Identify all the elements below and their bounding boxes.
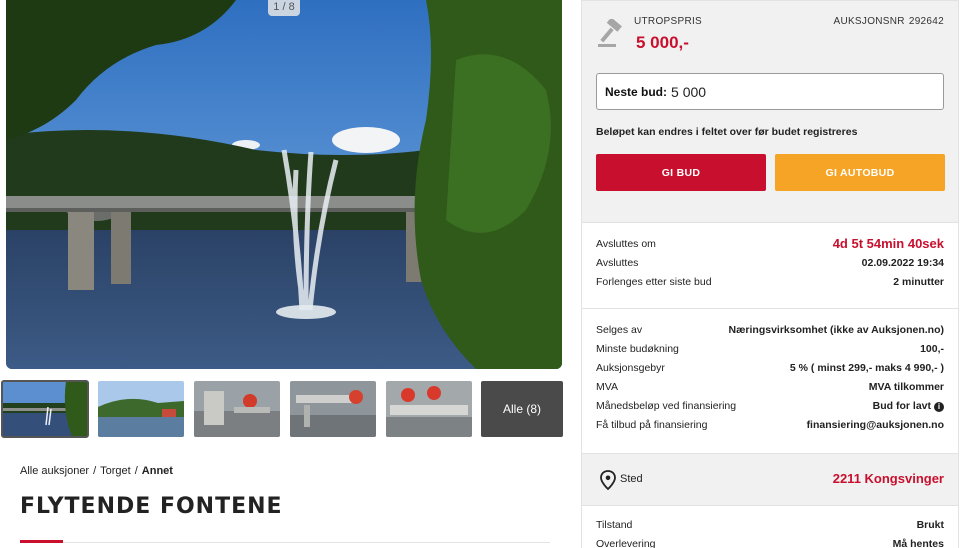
- thumbnail-2[interactable]: [98, 381, 184, 437]
- next-bid-label: Neste bud:: [605, 84, 668, 99]
- detail-row: Auksjonsgebyr 5 % ( minst 299,- maks 4 9…: [596, 362, 944, 378]
- bid-hint: Beløpet kan endres i feltet over før bud…: [596, 126, 858, 138]
- timing-label: Avsluttes om: [596, 238, 656, 250]
- thumbnail-strip: Alle (8): [0, 380, 566, 439]
- page-title: FLYTENDE FONTENE: [20, 494, 283, 519]
- financing-value: Bud for lavt i: [873, 400, 944, 412]
- detail-label: Få tilbud på finansiering: [596, 419, 708, 431]
- condition-label: Tilstand: [596, 519, 633, 531]
- detail-label: Minste budøkning: [596, 343, 679, 355]
- timing-section: Avsluttes om 4d 5t 54min 40sek Avsluttes…: [582, 223, 958, 309]
- extension-value: 2 minutter: [893, 276, 944, 288]
- starting-price-label: UTROPSPRIS: [634, 16, 703, 27]
- breadcrumb: Alle auksjoner / Torget / Annet: [20, 465, 173, 477]
- financing-email-link[interactable]: finansiering@auksjonen.no: [807, 419, 944, 431]
- auction-number-label: AUKSJONSNR: [833, 16, 905, 27]
- show-all-photos-button[interactable]: Alle (8): [481, 381, 563, 437]
- timing-row-ends: Avsluttes 02.09.2022 19:34: [596, 257, 944, 273]
- countdown-value: 4d 5t 54min 40sek: [832, 236, 944, 251]
- location-section: Sted 2211 Kongsvinger: [582, 454, 958, 506]
- detail-label: Auksjonsgebyr: [596, 362, 665, 374]
- auction-number-value: 292642: [908, 16, 944, 27]
- gavel-icon: [598, 19, 622, 47]
- detail-value: Næringsvirksomhet (ikke av Auksjonen.no): [728, 324, 944, 336]
- location-label: Sted: [620, 473, 643, 485]
- thumbnail-5[interactable]: [386, 381, 472, 437]
- timing-row-ends-in: Avsluttes om 4d 5t 54min 40sek: [596, 236, 944, 254]
- detail-value: 100,-: [920, 343, 944, 355]
- financing-status: Bud for lavt: [872, 400, 931, 412]
- detail-value: MVA tilkommer: [868, 381, 944, 393]
- handover-row: Overlevering Må hentes: [596, 538, 944, 548]
- info-icon[interactable]: i: [934, 402, 944, 412]
- end-date-value: 02.09.2022 19:34: [861, 257, 944, 269]
- detail-row: Månedsbeløp ved finansiering Bud for lav…: [596, 400, 944, 416]
- timing-row-extension: Forlenges etter siste bud 2 minutter: [596, 276, 944, 292]
- photo-counter: 1 / 8: [268, 0, 300, 16]
- location-pin-icon: [600, 470, 616, 490]
- breadcrumb-current: Annet: [141, 465, 173, 477]
- detail-row: Få tilbud på finansiering finansiering@a…: [596, 419, 944, 435]
- detail-row: Minste budøkning 100,-: [596, 343, 944, 359]
- auction-number: AUKSJONSNR 292642: [829, 16, 944, 27]
- thumbnail-4[interactable]: [290, 381, 376, 437]
- condition-value: Brukt: [916, 519, 944, 531]
- autobid-button[interactable]: GI AUTOBUD: [775, 154, 945, 191]
- thumbnail-1[interactable]: [1, 380, 89, 438]
- breadcrumb-torget[interactable]: Torget: [100, 465, 131, 477]
- thumbnail-3[interactable]: [194, 381, 280, 437]
- detail-label: MVA: [596, 381, 618, 393]
- timing-label: Avsluttes: [596, 257, 639, 269]
- handover-label: Overlevering: [596, 538, 656, 548]
- title-divider: [20, 542, 550, 543]
- location-value: 2211 Kongsvinger: [832, 471, 944, 486]
- next-bid-input[interactable]: Neste bud: 5 000: [596, 73, 944, 110]
- title-accent-bar: [20, 540, 63, 543]
- main-photo[interactable]: [6, 0, 562, 369]
- detail-row: MVA MVA tilkommer: [596, 381, 944, 397]
- timing-label: Forlenges etter siste bud: [596, 276, 712, 288]
- starting-price-value: 5 000,-: [636, 33, 689, 52]
- place-bid-button[interactable]: GI BUD: [596, 154, 766, 191]
- breadcrumb-all-auctions[interactable]: Alle auksjoner: [20, 465, 89, 477]
- breadcrumb-separator: /: [93, 465, 97, 477]
- bid-box: UTROPSPRIS 5 000,- AUKSJONSNR 292642 Nest…: [582, 1, 958, 223]
- bid-panel: UTROPSPRIS 5 000,- AUKSJONSNR 292642 Nest…: [581, 0, 959, 548]
- detail-row: Selges av Næringsvirksomhet (ikke av Auk…: [596, 324, 944, 340]
- handover-value: Må hentes: [892, 538, 944, 548]
- condition-row: Tilstand Brukt: [596, 519, 944, 535]
- detail-label: Selges av: [596, 324, 643, 336]
- details-section: Selges av Næringsvirksomhet (ikke av Auk…: [582, 309, 958, 454]
- next-bid-value[interactable]: 5 000: [671, 84, 706, 100]
- condition-section: Tilstand Brukt Overlevering Må hentes: [582, 506, 958, 548]
- breadcrumb-separator: /: [134, 465, 138, 477]
- detail-label: Månedsbeløp ved finansiering: [596, 400, 737, 412]
- detail-value: 5 % ( minst 299,- maks 4 990,- ): [789, 362, 944, 374]
